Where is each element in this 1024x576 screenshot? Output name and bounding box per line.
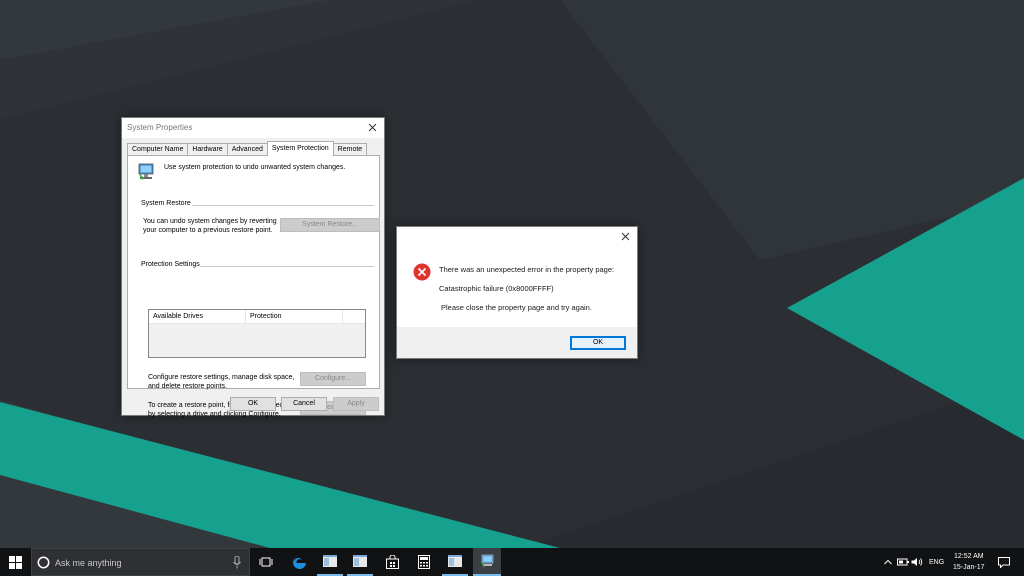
calculator-icon xyxy=(418,555,430,569)
chevron-up-icon xyxy=(884,559,892,565)
search-box[interactable]: Ask me anything xyxy=(31,548,250,576)
volume-tray-button[interactable] xyxy=(910,548,924,576)
taskbar-app-1[interactable] xyxy=(317,548,343,576)
windows-icon xyxy=(9,555,22,569)
apply-button[interactable]: Apply xyxy=(333,397,379,411)
search-placeholder: Ask me anything xyxy=(55,558,122,568)
task-view-button[interactable] xyxy=(254,548,278,576)
list-header: Available Drives Protection xyxy=(149,310,365,324)
column-protection[interactable]: Protection xyxy=(246,310,343,324)
system-restore-button[interactable]: System Restore... xyxy=(280,218,380,232)
clock-date[interactable]: 15-Jan-17 xyxy=(953,564,985,571)
taskbar: Ask me anything ENG 12:52 AM 15-Jan-17 xyxy=(0,548,1024,576)
battery-tray-button[interactable] xyxy=(896,548,910,576)
error-message: There was an unexpected error in the pro… xyxy=(439,265,615,274)
intro-text: Use system protection to undo unwanted s… xyxy=(164,164,346,171)
error-dialog: There was an unexpected error in the pro… xyxy=(396,226,638,359)
ok-button[interactable]: OK xyxy=(230,397,276,411)
store-bag-icon xyxy=(385,555,399,569)
calculator-button[interactable] xyxy=(411,548,437,576)
system-restore-group-title: System Restore xyxy=(141,200,191,207)
system-properties-icon xyxy=(480,554,493,568)
title-bar[interactable]: System Properties xyxy=(122,118,384,138)
cancel-button[interactable]: Cancel xyxy=(281,397,327,411)
store-button[interactable] xyxy=(379,548,405,576)
window-app-icon xyxy=(448,555,462,567)
tab-system-protection[interactable]: System Protection xyxy=(266,141,334,156)
microphone-icon[interactable] xyxy=(233,556,241,569)
window-app-icon xyxy=(353,555,367,567)
battery-icon xyxy=(897,558,909,566)
action-center-button[interactable] xyxy=(994,548,1014,576)
window-app-icon xyxy=(323,555,337,567)
group-divider xyxy=(200,266,374,267)
group-divider xyxy=(192,205,374,206)
error-ok-button[interactable]: OK xyxy=(570,336,626,350)
error-icon xyxy=(413,263,431,281)
system-restore-description: You can undo system changes by reverting… xyxy=(143,218,277,234)
start-button[interactable] xyxy=(0,548,31,576)
taskbar-app-2[interactable] xyxy=(347,548,373,576)
show-hidden-icons-button[interactable] xyxy=(881,548,895,576)
configure-button[interactable]: Configure... xyxy=(300,372,366,386)
taskbar-app-3[interactable] xyxy=(442,548,468,576)
system-protection-panel: Use system protection to undo unwanted s… xyxy=(127,155,380,418)
protection-settings-group-title: Protection Settings xyxy=(141,261,200,268)
task-view-icon xyxy=(259,557,273,567)
tab-strip: Computer Name Hardware Advanced System P… xyxy=(127,141,368,156)
notification-icon xyxy=(998,556,1010,568)
system-properties-window: System Properties Computer Name Hardware… xyxy=(121,117,385,418)
error-code: Catastrophic failure (0x8000FFFF) xyxy=(439,284,554,293)
window-title: System Properties xyxy=(127,123,193,132)
column-available-drives[interactable]: Available Drives xyxy=(149,310,246,324)
cortana-icon xyxy=(37,556,50,569)
close-icon[interactable] xyxy=(366,121,379,134)
configure-description: Configure restore settings, manage disk … xyxy=(148,374,295,390)
drives-list[interactable]: Available Drives Protection xyxy=(148,309,366,358)
speaker-icon xyxy=(911,558,923,566)
system-protection-icon xyxy=(136,162,156,182)
edge-button[interactable] xyxy=(286,548,312,576)
clock-time[interactable]: 12:52 AM xyxy=(954,553,984,560)
close-icon[interactable] xyxy=(619,230,632,243)
error-instruction: Please close the property page and try a… xyxy=(441,303,592,312)
taskbar-system-properties[interactable] xyxy=(473,548,501,576)
edge-icon xyxy=(292,555,306,569)
error-title-bar[interactable] xyxy=(397,227,637,247)
language-indicator[interactable]: ENG xyxy=(929,559,944,566)
